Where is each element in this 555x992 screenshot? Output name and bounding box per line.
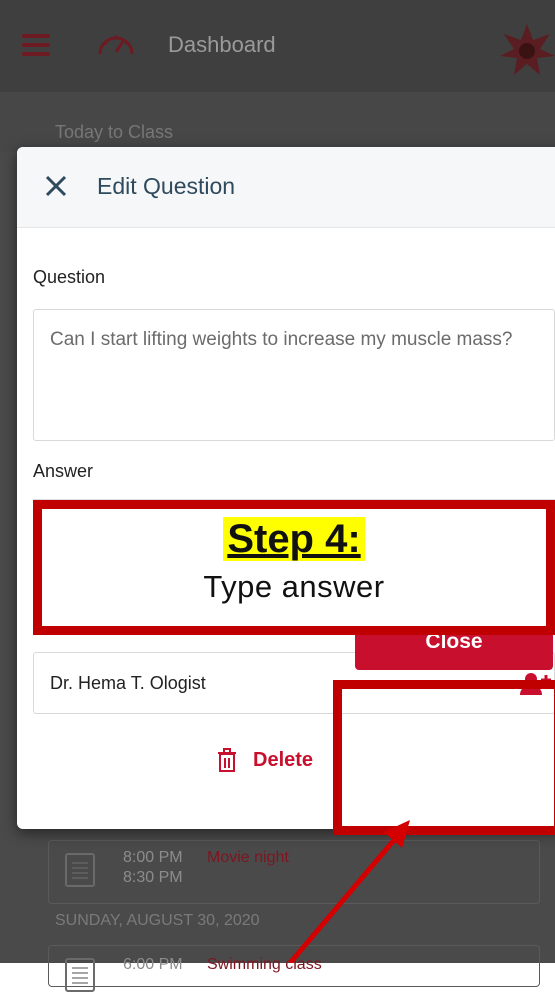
step-instruction: Type answer [203, 569, 385, 604]
answer-label: Answer [33, 461, 94, 481]
dialog-title: Edit Question [97, 173, 236, 199]
hamburger-menu-icon[interactable] [22, 34, 50, 56]
trash-icon [218, 748, 236, 772]
event-time-end: 8:30 PM [123, 869, 183, 886]
question-label: Question [33, 267, 106, 287]
speedometer-icon [98, 35, 134, 55]
event-title: Swimming class [207, 956, 322, 973]
brand-logo [500, 24, 555, 75]
event-list: 8:00 PM 8:30 PM Movie night 6:00 PM Swim… [0, 840, 555, 992]
close-button-highlight [333, 680, 555, 835]
step-callout: Step 4: Type answer [33, 500, 555, 635]
section-header: Today to Class [0, 92, 555, 152]
question-input[interactable]: Can I start lifting weights to increase … [33, 309, 555, 441]
event-time-start: 6:00 PM [123, 956, 183, 973]
event-card[interactable]: 8:00 PM 8:30 PM Movie night [48, 840, 540, 904]
close-icon[interactable] [41, 171, 71, 201]
event-card[interactable]: 6:00 PM Swimming class [48, 945, 540, 992]
app-title: Dashboard [168, 32, 276, 57]
event-title: Movie night [207, 849, 289, 866]
section-header-text: Today to Class [55, 122, 174, 142]
delete-button[interactable]: Delete [217, 745, 313, 775]
day-heading: SUNDAY, AUGUST 30, 2020 [55, 912, 260, 929]
dialog-header: Edit Question [17, 147, 555, 228]
top-bar: Dashboard [0, 0, 555, 92]
event-time-start: 8:00 PM [123, 849, 183, 866]
building-icon [65, 958, 95, 992]
author-name: Dr. Hema T. Ologist [50, 673, 206, 693]
building-icon [65, 853, 95, 887]
delete-label: Delete [253, 748, 314, 771]
step-heading: Step 4: [223, 517, 365, 561]
